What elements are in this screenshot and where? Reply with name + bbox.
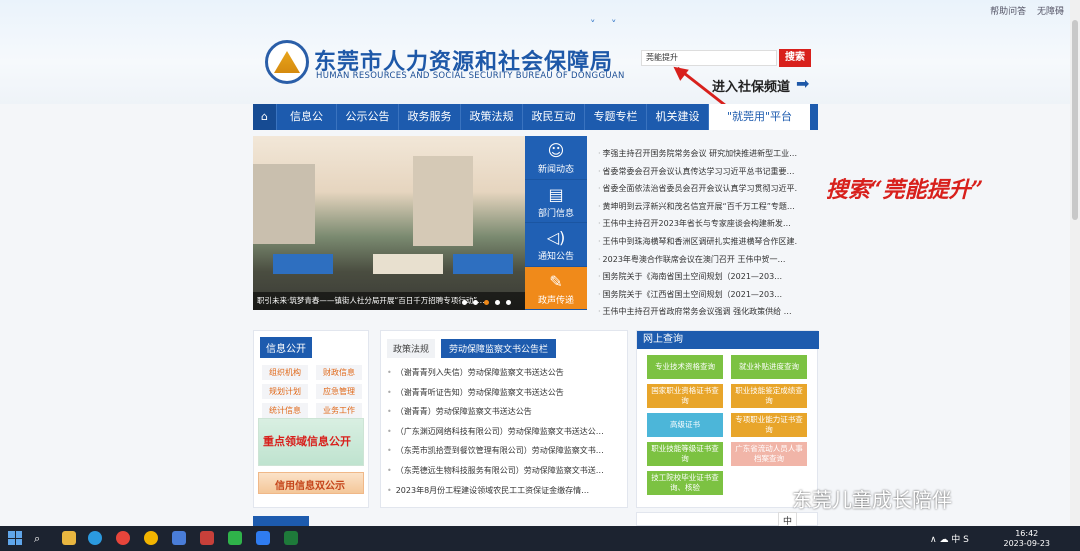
tab-label: 政声传递: [537, 295, 574, 306]
app-icon[interactable]: [256, 531, 270, 545]
query-button[interactable]: 专项职业能力证书查询: [731, 413, 807, 437]
query-button[interactable]: 国家职业资格证书查询: [647, 384, 723, 408]
tab-voice[interactable]: ✎ 政声传递: [525, 266, 587, 310]
info-link[interactable]: 业务工作: [316, 403, 362, 418]
speaker-icon: ◁): [546, 228, 566, 247]
tab-news[interactable]: ☺ 新闻动态: [525, 136, 587, 180]
main-nav: ⌂ 信息公开 公示公告 政务服务 政策法规 政民互动 专题专栏 机关建设 "就莞…: [253, 104, 818, 149]
chrome-icon-2[interactable]: [144, 531, 158, 545]
nav-item-topics[interactable]: 专题专栏: [585, 104, 647, 130]
query-button[interactable]: 职业技能等级证书查询: [647, 442, 723, 466]
watermark-text: 东莞儿童成长陪伴: [792, 488, 952, 512]
search-input[interactable]: 莞能提升: [641, 50, 777, 66]
list-item[interactable]: 王伟中主持召开2023年省长与专家座谈会构建新发…: [598, 215, 798, 233]
wechat-icon[interactable]: [228, 531, 242, 545]
nav-item-info-public[interactable]: 信息公开: [277, 104, 337, 149]
key-areas-banner[interactable]: 重点领域信息公开: [258, 418, 364, 466]
chrome-icon[interactable]: [116, 531, 130, 545]
list-item[interactable]: （东莞德远生物科技服务有限公司）劳动保障监察文书送…: [387, 461, 623, 481]
nav-item-jiuguanyong[interactable]: "就莞用"平台: [709, 104, 810, 130]
panel-title[interactable]: 信息公开: [260, 337, 312, 358]
list-item[interactable]: 国务院关于《海南省国土空间规划（2021—203…: [598, 268, 798, 286]
search-button[interactable]: 搜索: [779, 49, 811, 67]
clock[interactable]: 16:42 2023-09-23: [1004, 529, 1051, 549]
panel-title: 网上查询: [637, 331, 819, 349]
list-item[interactable]: 王伟中主持召开省政府常务会议强调 强化政策供给 …: [598, 303, 798, 321]
shebao-channel-link[interactable]: 进入社保频道: [712, 76, 790, 95]
news-banner-image[interactable]: 职引未来·筑梦青春——镇街人社分局开展“百日千万招聘专项行动”…: [253, 136, 525, 310]
tab-label: 部门信息: [537, 208, 574, 219]
list-item[interactable]: （谢青青听证告知）劳动保障监察文书送达公告: [387, 383, 623, 403]
info-link[interactable]: 统计信息: [262, 403, 308, 418]
query-button[interactable]: 就业补贴进度查询: [731, 355, 807, 379]
file-explorer-icon[interactable]: [62, 531, 76, 545]
edit-icon: ✎: [549, 271, 563, 291]
banner-label: 重点领域信息公开: [263, 435, 351, 448]
arrow-right-icon: ➡: [796, 74, 810, 93]
windows-start-icon[interactable]: [8, 531, 22, 545]
clock-time: 16:42: [1015, 529, 1039, 538]
tab-policy[interactable]: 政策法规: [387, 339, 436, 358]
search-icon[interactable]: ⌕: [34, 532, 40, 546]
info-link[interactable]: 规划计划: [262, 384, 308, 399]
system-tray[interactable]: ∧ ☁ 中 S: [930, 532, 969, 545]
nav-item-gov-services[interactable]: 政务服务: [399, 104, 461, 130]
list-item[interactable]: 2023年8月份工程建设领域农民工工资保证金缴存情…: [387, 481, 623, 501]
online-query-panel: 网上查询 专业技术资格查询 就业补贴进度查询 国家职业资格证书查询 职业技能鉴定成绩查…: [636, 330, 819, 508]
annotation-text: 搜索“莞能提升”: [826, 177, 984, 203]
info-link[interactable]: 组织机构: [262, 365, 308, 380]
list-item[interactable]: （谢青青）劳动保障监察文书送达公告: [387, 402, 623, 422]
people-icon: ☺: [547, 141, 565, 160]
accessibility-link[interactable]: 无障碍: [1037, 7, 1064, 17]
nav-item-notices[interactable]: 公示公告: [337, 104, 399, 130]
tab-label: 新闻动态: [537, 165, 574, 175]
tab-label: 通知公告: [537, 252, 574, 262]
list-item[interactable]: 国务院关于《江西省国土空间规划（2021—203…: [598, 286, 798, 304]
list-item[interactable]: 李强主持召开国务院常务会议 研究加快推进新型工业…: [598, 145, 798, 163]
news-list: 李强主持召开国务院常务会议 研究加快推进新型工业… 省委常委会召开会议认真传达学…: [598, 145, 798, 321]
nav-item-interaction[interactable]: 政民互动: [523, 104, 585, 130]
info-link[interactable]: 财政信息: [316, 365, 362, 380]
tab-notices[interactable]: ◁) 通知公告: [525, 223, 587, 267]
home-icon[interactable]: ⌂: [253, 104, 277, 130]
query-button[interactable]: 技工院校毕业证书查询、核验: [647, 471, 723, 495]
list-item[interactable]: 省委全面依法治省委员会召开会议认真学习贯彻习近平…: [598, 180, 798, 198]
banner-label: 信用信息双公示: [275, 481, 345, 492]
tab-dept-info[interactable]: ▤ 部门信息: [525, 180, 587, 223]
help-link[interactable]: 帮助问答: [990, 7, 1026, 17]
news-side-tabs: ☺ 新闻动态 ▤ 部门信息 ◁) 通知公告 ✎ 政声传递: [525, 136, 587, 310]
query-button[interactable]: 专业技术资格查询: [647, 355, 723, 379]
edge-browser-icon[interactable]: [88, 531, 102, 545]
nav-item-policy[interactable]: 政策法规: [461, 104, 523, 130]
site-title-en: HUMAN RESOURCES AND SOCIAL SECURITY BURE…: [316, 71, 625, 81]
bottom-panel-tab: [253, 516, 309, 526]
clock-date: 2023-09-23: [1003, 539, 1051, 548]
policy-panel: 政策法规 劳动保障监察文书公告栏 （谢青青列入失信）劳动保障监察文书送达公告 （…: [380, 330, 628, 508]
document-icon: ▤: [548, 184, 564, 204]
query-button[interactable]: 高级证书: [647, 413, 723, 437]
birds-decoration: ˅ ˅: [590, 18, 623, 31]
bureau-emblem-icon: [265, 40, 309, 84]
app-icon[interactable]: [200, 531, 214, 545]
list-item[interactable]: （广东渊迈网络科技有限公司）劳动保障监察文书送达公…: [387, 422, 623, 442]
list-item[interactable]: 2023年粤澳合作联席会议在澳门召开 王伟中贺一…: [598, 251, 798, 269]
carousel-dots[interactable]: [462, 300, 511, 305]
list-item[interactable]: 王伟中到珠海横琴和香洲区调研扎实推进横琴合作区建…: [598, 233, 798, 251]
scrollbar[interactable]: [1070, 0, 1080, 526]
query-button[interactable]: 广东省流动人员人事档案查询: [731, 442, 807, 466]
info-link[interactable]: 应急管理: [316, 384, 362, 399]
nav-item-agency[interactable]: 机关建设: [647, 104, 709, 130]
app-icon[interactable]: [284, 531, 298, 545]
tab-labor-notices[interactable]: 劳动保障监察文书公告栏: [441, 339, 557, 358]
list-item[interactable]: 黄坤明到云浮新兴和茂名信宜开展“百千万工程”专题…: [598, 198, 798, 216]
list-item[interactable]: （谢青青列入失信）劳动保障监察文书送达公告: [387, 363, 623, 383]
query-button[interactable]: 职业技能鉴定成绩查询: [731, 384, 807, 408]
list-item[interactable]: （东莞市凯拾壹到餐饮管理有限公司）劳动保障监察文书…: [387, 441, 623, 461]
credit-info-banner[interactable]: 信用信息双公示: [258, 472, 364, 494]
top-links: 帮助问答 无障碍: [982, 4, 1064, 17]
app-icon[interactable]: [172, 531, 186, 545]
taskbar: ⌕ ∧ ☁ 中 S 16:42 2023-09-23: [0, 526, 1080, 551]
list-item[interactable]: 省委常委会召开会议认真传达学习习近平总书记重要…: [598, 163, 798, 181]
